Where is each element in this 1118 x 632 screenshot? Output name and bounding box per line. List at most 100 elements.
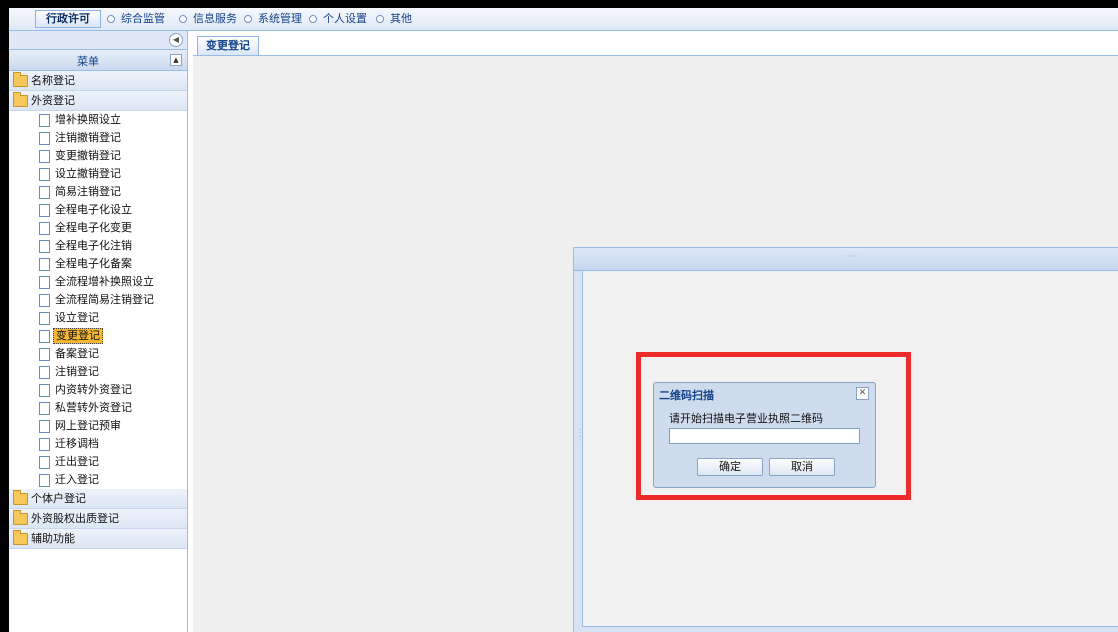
- menu-item[interactable]: 注销登记: [9, 363, 187, 381]
- menu-item[interactable]: 全流程增补换照设立: [9, 273, 187, 291]
- bullet-icon: [376, 15, 384, 23]
- cancel-button[interactable]: 取消: [769, 458, 835, 476]
- top-menu-item-label: 系统管理: [258, 12, 302, 25]
- menu-item[interactable]: 全流程简易注销登记: [9, 291, 187, 309]
- menu-item-label: 迁出登记: [55, 455, 99, 468]
- tab-change-registration[interactable]: 变更登记: [197, 36, 259, 55]
- menu-item-label: 全流程简易注销登记: [55, 293, 154, 306]
- menu-tree: 名称登记 外资登记 增补换照设立 注销撤销登记 变更撤销登记 设立撤销登记 简易注销登记 全程…: [9, 71, 187, 549]
- inner-window-header[interactable]: ····: [574, 248, 1118, 271]
- qr-code-input[interactable]: [669, 428, 860, 444]
- menu-group[interactable]: 外资股权出质登记: [9, 509, 187, 529]
- top-menu-item-personal[interactable]: 个人设置: [309, 11, 367, 27]
- top-menu-item-supervision[interactable]: 综合监管: [107, 11, 165, 27]
- document-icon: [39, 420, 50, 433]
- document-icon: [39, 366, 50, 379]
- tab-strip: 变更登记: [193, 31, 1118, 56]
- top-menu-item-other[interactable]: 其他: [376, 11, 412, 27]
- menu-item[interactable]: 迁入登记: [9, 471, 187, 489]
- document-icon: [39, 348, 50, 361]
- menu-item[interactable]: 设立登记: [9, 309, 187, 327]
- dialog-title: 二维码扫描: [659, 389, 714, 402]
- top-menu-item-active[interactable]: 行政许可: [35, 10, 101, 28]
- ok-button[interactable]: 确定: [697, 458, 763, 476]
- bullet-icon: [309, 15, 317, 23]
- document-icon: [39, 402, 50, 415]
- west-collapse-bar: ◀: [9, 31, 187, 50]
- top-menu-item-info-service[interactable]: 信息服务: [179, 11, 237, 27]
- top-menu-bar: 行政许可 综合监管 信息服务 系统管理 个人设置 其他: [9, 8, 1118, 31]
- menu-item-label: 增补换照设立: [55, 113, 121, 126]
- document-icon: [39, 240, 50, 253]
- folder-icon: [13, 72, 28, 87]
- menu-group-label: 外资登记: [31, 94, 75, 107]
- collapse-up-icon[interactable]: ▲: [170, 54, 182, 66]
- document-icon: [39, 276, 50, 289]
- folder-icon: [13, 530, 28, 545]
- document-icon: [39, 114, 50, 127]
- bullet-icon: [244, 15, 252, 23]
- dialog-prompt: 请开始扫描电子营业执照二维码: [669, 412, 823, 425]
- document-icon: [39, 258, 50, 271]
- west-panel: ◀ 菜单 ▲ 名称登记 外资登记 增补换照设立 注销撤销登记 变更撤销登记 设立撤销登记简…: [9, 31, 188, 632]
- menu-item[interactable]: 内资转外资登记: [9, 381, 187, 399]
- menu-group[interactable]: 个体户登记: [9, 489, 187, 509]
- document-icon: [39, 132, 50, 145]
- top-menu-item-label: 其他: [390, 12, 412, 25]
- qr-scan-dialog: 二维码扫描 ✕ 请开始扫描电子营业执照二维码 确定 取消: [653, 382, 876, 488]
- menu-group[interactable]: 辅助功能: [9, 529, 187, 549]
- document-icon: [39, 384, 50, 397]
- menu-item-label: 变更撤销登记: [55, 149, 121, 162]
- menu-item[interactable]: 简易注销登记: [9, 183, 187, 201]
- top-menu-item-label: 信息服务: [193, 12, 237, 25]
- menu-group[interactable]: 外资登记: [9, 91, 187, 111]
- menu-item-label: 私营转外资登记: [55, 401, 132, 414]
- document-icon: [39, 222, 50, 235]
- menu-item[interactable]: 注销撤销登记: [9, 129, 187, 147]
- menu-item-label: 全流程增补换照设立: [55, 275, 154, 288]
- close-icon[interactable]: ✕: [856, 387, 869, 400]
- resize-grip-icon[interactable]: ····: [844, 252, 858, 261]
- document-icon: [39, 456, 50, 469]
- menu-item[interactable]: 迁出登记: [9, 453, 187, 471]
- menu-item[interactable]: 备案登记: [9, 345, 187, 363]
- menu-item-label: 注销登记: [55, 365, 99, 378]
- menu-item-selected[interactable]: 变更登记: [9, 327, 187, 345]
- collapse-left-icon[interactable]: ◀: [169, 33, 183, 47]
- menu-item-label: 简易注销登记: [55, 185, 121, 198]
- menu-item[interactable]: 私营转外资登记: [9, 399, 187, 417]
- menu-group-label: 外资股权出质登记: [31, 512, 119, 525]
- menu-group-label: 名称登记: [31, 74, 75, 87]
- bullet-icon: [107, 15, 115, 23]
- menu-item[interactable]: 设立撤销登记: [9, 165, 187, 183]
- menu-item-label: 网上登记预审: [55, 419, 121, 432]
- top-menu-item-label: 个人设置: [323, 12, 367, 25]
- menu-item[interactable]: 变更撤销登记: [9, 147, 187, 165]
- menu-item[interactable]: 全程电子化注销: [9, 237, 187, 255]
- bullet-icon: [179, 15, 187, 23]
- menu-item-label: 设立登记: [55, 311, 99, 324]
- menu-item[interactable]: 网上登记预审: [9, 417, 187, 435]
- menu-item[interactable]: 全程电子化变更: [9, 219, 187, 237]
- top-menu-item-system[interactable]: 系统管理: [244, 11, 302, 27]
- document-icon: [39, 294, 50, 307]
- menu-item-label: 全程电子化变更: [55, 221, 132, 234]
- top-menu-item-label: 综合监管: [121, 12, 165, 25]
- menu-item-label: 迁入登记: [55, 473, 99, 486]
- menu-item-label: 全程电子化设立: [55, 203, 132, 216]
- document-icon: [39, 150, 50, 163]
- menu-group-label: 辅助功能: [31, 532, 75, 545]
- menu-item[interactable]: 迁移调档: [9, 435, 187, 453]
- menu-item[interactable]: 全程电子化设立: [9, 201, 187, 219]
- folder-icon: [13, 510, 28, 525]
- menu-item[interactable]: 全程电子化备案: [9, 255, 187, 273]
- menu-group[interactable]: 名称登记: [9, 71, 187, 91]
- app-frame: 行政许可 综合监管 信息服务 系统管理 个人设置 其他 ◀ 菜单 ▲ 名称登记外…: [9, 8, 1118, 632]
- document-icon: [39, 204, 50, 217]
- center-panel: 变更登记 ···· ····: [193, 31, 1118, 632]
- document-icon: [39, 186, 50, 199]
- document-icon: [39, 168, 50, 181]
- menu-item[interactable]: 增补换照设立: [9, 111, 187, 129]
- folder-icon: [13, 92, 28, 107]
- menu-item-label: 变更登记: [53, 328, 103, 344]
